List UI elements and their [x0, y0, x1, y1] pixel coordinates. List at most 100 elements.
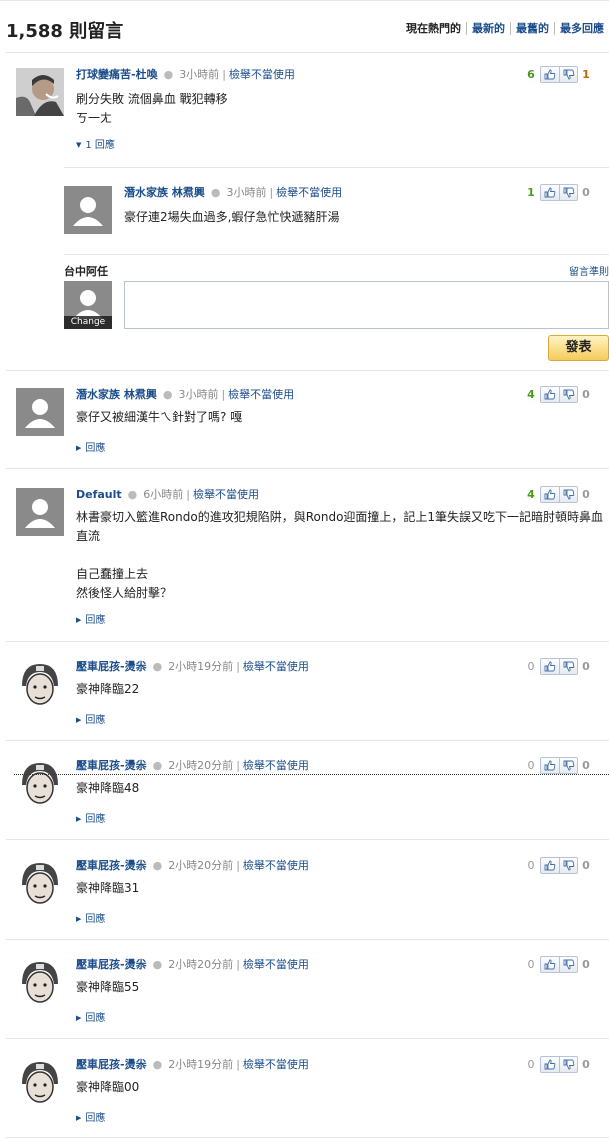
reply-link[interactable]: ▶ 回應 [76, 910, 105, 925]
reply-link[interactable]: ▶ 回應 [76, 439, 105, 454]
report-link[interactable]: 檢舉不當使用 [243, 958, 309, 971]
avatar[interactable] [16, 68, 64, 116]
comment-text: 豪仔又被細漢牛ㄟ針對了嗎? 嘎 [76, 410, 243, 424]
thumbs-up-icon[interactable] [541, 858, 559, 873]
divider [64, 254, 609, 255]
thumbs-down-icon[interactable] [559, 387, 577, 402]
comment-author[interactable]: 壓車屁孩-燙尜 [76, 859, 147, 872]
divider [6, 370, 609, 371]
vote-controls: 0 0 [526, 757, 591, 774]
comment-author[interactable]: 打球變痛苦-杜喚 [76, 68, 158, 81]
comment-text: 豪仔連2場失血過多,蝦仔急忙快遞豬肝湯 [124, 210, 340, 224]
thumbs-up-icon[interactable] [541, 67, 559, 82]
thumbs-down-icon[interactable] [559, 858, 577, 873]
downvote-count: 1 [582, 68, 590, 81]
downvote-count: 0 [582, 488, 590, 501]
thumbs-up-icon[interactable] [541, 957, 559, 972]
upvote-count: 0 [527, 859, 535, 872]
sort-tabs: 現在熱門的 最新的 最舊的 最多回應 [401, 22, 609, 35]
reply-link[interactable]: ▶ 回應 [76, 810, 105, 825]
thumbs-down-icon[interactable] [559, 1057, 577, 1072]
reply-link[interactable]: ▶ 回應 [76, 711, 105, 726]
sort-tab-popular[interactable]: 現在熱門的 [401, 22, 466, 35]
triangle-right-icon: ▶ [76, 716, 82, 724]
vote-controls: 0 0 [526, 956, 591, 973]
comments-header: 1,588 則留言 現在熱門的 最新的 最舊的 最多回應 [0, 0, 609, 53]
comment-time: 2小時20分前 [168, 859, 234, 872]
thumbs-down-icon[interactable] [559, 659, 577, 674]
thumbs-down-icon[interactable] [559, 758, 577, 773]
avatar[interactable] [16, 660, 64, 708]
replies-toggle[interactable]: ▼ 1 回應 [76, 136, 115, 151]
comment-time: 3小時前 [179, 68, 220, 81]
thumbs-up-icon[interactable] [541, 758, 559, 773]
comment-author[interactable]: 壓車屁孩-燙尜 [76, 660, 147, 673]
thumbs-down-icon[interactable] [559, 487, 577, 502]
reply-textarea[interactable] [124, 281, 609, 329]
comment-time: 3小時前 [226, 186, 267, 199]
triangle-down-icon: ▼ [76, 141, 82, 149]
comment-meta: Default ● 6小時前 | 檢舉不當使用 [76, 488, 259, 501]
comment-author[interactable]: Default [76, 488, 122, 501]
thumbs-down-icon[interactable] [559, 67, 577, 82]
report-link[interactable]: 檢舉不當使用 [229, 68, 295, 81]
composer-username: 台中阿任 [64, 265, 108, 278]
reply-link[interactable]: ▶ 回應 [76, 1109, 105, 1124]
vote-controls: 0 0 [526, 1056, 591, 1073]
reply-link[interactable]: ▶ 回應 [76, 611, 105, 626]
downvote-count: 0 [582, 759, 590, 772]
report-link[interactable]: 檢舉不當使用 [243, 759, 309, 772]
avatar[interactable] [16, 488, 64, 536]
avatar[interactable] [16, 859, 64, 907]
downvote-count: 0 [582, 660, 590, 673]
report-link[interactable]: 檢舉不當使用 [243, 859, 309, 872]
report-link[interactable]: 檢舉不當使用 [276, 186, 342, 199]
change-avatar-label[interactable]: Change [64, 316, 112, 329]
divider [6, 1038, 609, 1039]
divider [6, 939, 609, 940]
submit-button[interactable]: 發表 [548, 335, 609, 361]
avatar[interactable] [16, 759, 64, 807]
comment-meta: 打球變痛苦-杜喚 ● 3小時前 | 檢舉不當使用 [76, 68, 295, 81]
comment-time: 2小時20分前 [168, 759, 234, 772]
sort-tab-newest[interactable]: 最新的 [466, 22, 510, 35]
header-divider [6, 52, 609, 53]
composer-avatar[interactable]: Change [64, 281, 112, 329]
comment-author[interactable]: 壓車屁孩-燙尜 [76, 759, 147, 772]
comment-author[interactable]: 潛水家族 林焄興 [124, 186, 205, 199]
comment-author[interactable]: 壓車屁孩-燙尜 [76, 1058, 147, 1071]
sort-tab-most-replies[interactable]: 最多回應 [554, 22, 609, 35]
comment-meta: 潛水家族 林焄興 ● 3小時前 | 檢舉不當使用 [124, 186, 343, 199]
upvote-count: 6 [527, 68, 535, 81]
thumbs-up-icon[interactable] [541, 1057, 559, 1072]
avatar[interactable] [16, 388, 64, 436]
avatar[interactable] [16, 958, 64, 1006]
thumbs-down-icon[interactable] [559, 185, 577, 200]
report-link[interactable]: 檢舉不當使用 [193, 488, 259, 501]
comment-time: 3小時前 [178, 388, 219, 401]
report-link[interactable]: 檢舉不當使用 [243, 1058, 309, 1071]
comment-meta: 壓車屁孩-燙尜 ● 2小時20分前 | 檢舉不當使用 [76, 859, 309, 872]
upvote-count: 4 [527, 488, 535, 501]
comment-author[interactable]: 壓車屁孩-燙尜 [76, 958, 147, 971]
comment-meta: 壓車屁孩-燙尜 ● 2小時20分前 | 檢舉不當使用 [76, 958, 309, 971]
divider [6, 641, 609, 642]
triangle-right-icon: ▶ [76, 915, 82, 923]
guidelines-link[interactable]: 留言準則 [569, 263, 609, 278]
comment-author[interactable]: 潛水家族 林焄興 [76, 388, 157, 401]
reply-link[interactable]: ▶ 回應 [76, 1009, 105, 1024]
avatar[interactable] [16, 1058, 64, 1106]
downvote-count: 0 [582, 958, 590, 971]
thumbs-up-icon[interactable] [541, 487, 559, 502]
comment-text: 刷分失敗 流個鼻血 戰犯轉移 ㄎ一ㄤ [76, 92, 228, 125]
report-link[interactable]: 檢舉不當使用 [243, 660, 309, 673]
thumbs-down-icon[interactable] [559, 957, 577, 972]
thumbs-up-icon[interactable] [541, 659, 559, 674]
thumbs-up-icon[interactable] [541, 185, 559, 200]
thumbs-up-icon[interactable] [541, 387, 559, 402]
sort-tab-oldest[interactable]: 最舊的 [510, 22, 554, 35]
avatar[interactable] [64, 186, 112, 234]
report-link[interactable]: 檢舉不當使用 [228, 388, 294, 401]
triangle-right-icon: ▶ [76, 815, 82, 823]
comment-text: 豪神降臨00 [76, 1080, 140, 1094]
